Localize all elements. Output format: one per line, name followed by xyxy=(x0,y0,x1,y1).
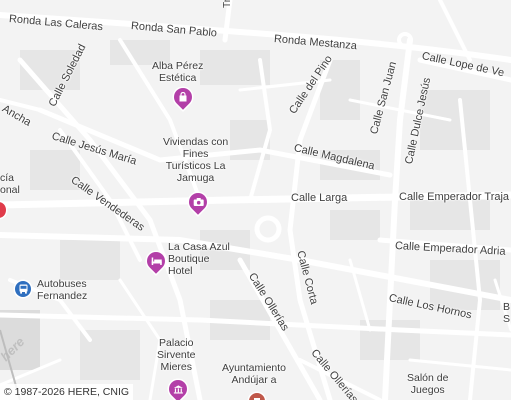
shopping-bag-icon xyxy=(179,92,187,102)
poi-label-alba-perez[interactable]: Alba Pérez Estética xyxy=(152,60,203,84)
street-label-calle-larga: Calle Larga xyxy=(291,192,348,204)
poi-name-line: Fines xyxy=(182,148,209,160)
poi-name-line: S xyxy=(503,313,511,325)
poi-name-line: Estética xyxy=(159,72,197,84)
poi-name-line: Palacio xyxy=(159,337,194,349)
poi-name-line: Alba Pérez xyxy=(152,60,204,72)
poi-name-line: B xyxy=(503,301,511,313)
hotel-bed-icon xyxy=(151,257,161,265)
poi-label-right-edge[interactable]: B S xyxy=(503,301,510,325)
poi-label-salon-de-juegos[interactable]: Salón de Juegos xyxy=(407,372,448,396)
poi-name-line: La Casa Azul xyxy=(168,241,230,253)
poi-name-line: Hotel xyxy=(168,265,193,277)
bus-icon xyxy=(19,284,27,294)
poi-label-ayuntamiento[interactable]: Ayuntamiento Andújar a xyxy=(222,362,286,386)
poi-marker-autobuses[interactable] xyxy=(15,281,31,297)
poi-name-line: Viviendas con xyxy=(163,136,229,148)
poi-name-line: Fernandez xyxy=(37,290,88,302)
poi-label-autobuses[interactable]: Autobuses Fernandez xyxy=(37,278,87,302)
poi-name-line: Turísticos La xyxy=(165,160,226,172)
poi-name-line: Boutique xyxy=(168,253,210,265)
poi-name-line: Juegos xyxy=(410,384,445,396)
map-canvas[interactable]: Ronda Las Caleras Ronda San Pablo Trav R… xyxy=(0,0,511,400)
poi-name-line: Sirvente xyxy=(157,349,196,361)
poi-name-line: onal xyxy=(0,184,20,196)
poi-name-line: cía xyxy=(0,172,15,184)
poi-name-line: Mieres xyxy=(160,361,193,373)
museum-icon xyxy=(173,385,183,394)
street-label-travesia: Trav xyxy=(222,0,234,8)
poi-name-line: Andújar a xyxy=(231,374,277,386)
street-label-calle-emperador-traja: Calle Emperador Traja xyxy=(399,191,510,203)
poi-name-line: Autobuses xyxy=(37,278,87,290)
poi-name-line: Ayuntamiento xyxy=(222,362,287,374)
poi-label-palacio[interactable]: Palacio Sirvente Mieres xyxy=(157,337,196,373)
roundabout xyxy=(254,215,282,243)
poi-label-viviendas[interactable]: Viviendas con Fines Turísticos La Jamuga xyxy=(163,136,228,184)
camera-icon xyxy=(193,198,203,206)
poi-name-line: Salón de xyxy=(407,372,449,384)
poi-label-la-casa-azul[interactable]: La Casa Azul Boutique Hotel xyxy=(168,241,230,277)
poi-label-left-edge[interactable]: cía onal xyxy=(0,172,20,196)
map-copyright[interactable]: © 1987-2026 HERE, CNIG xyxy=(0,384,134,400)
poi-name-line: Jamuga xyxy=(176,172,215,184)
